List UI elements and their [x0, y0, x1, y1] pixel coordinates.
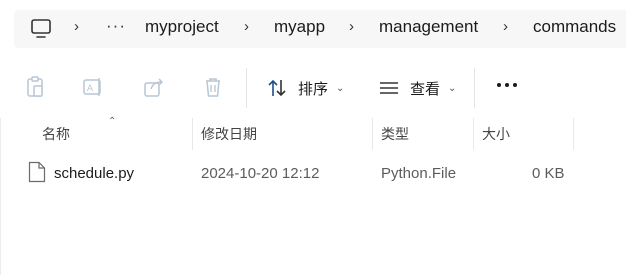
file-name[interactable]: schedule.py: [54, 165, 134, 182]
view-label: 查看: [410, 80, 441, 98]
chevron-right-icon: ›: [244, 18, 249, 35]
sort-label: 排序: [298, 80, 329, 98]
chevron-right-icon: ›: [74, 18, 79, 35]
chevron-right-icon: ›: [503, 18, 508, 35]
more-options-icon[interactable]: [496, 82, 518, 88]
computer-icon[interactable]: [30, 19, 52, 39]
file-type: Python.File: [381, 165, 457, 182]
breadcrumb-item-myproject[interactable]: myproject: [145, 17, 219, 37]
paste-icon[interactable]: [24, 76, 46, 98]
file-row[interactable]: schedule.py 2024-10-20 12:12 Python.File…: [0, 154, 626, 192]
column-divider[interactable]: [192, 118, 193, 150]
file-size: 0 KB: [532, 165, 565, 182]
view-list-icon: [380, 82, 398, 94]
sort-icon: [268, 79, 286, 97]
delete-icon[interactable]: [202, 76, 224, 98]
chevron-right-icon: ›: [349, 18, 354, 35]
view-button[interactable]: 查看 ⌄: [378, 76, 456, 100]
column-divider[interactable]: [372, 118, 373, 150]
column-header-row: 名称 修改日期 类型 大小: [0, 118, 626, 150]
svg-text:A: A: [87, 83, 93, 93]
column-header-name[interactable]: 名称: [42, 124, 70, 144]
breadcrumb-item-commands[interactable]: commands: [533, 17, 616, 37]
toolbar-divider: [246, 68, 247, 108]
file-modified: 2024-10-20 12:12: [201, 165, 320, 182]
command-bar: A 排序 ⌄ 查看 ⌄: [0, 58, 626, 118]
chevron-down-icon: ⌄: [336, 82, 345, 94]
breadcrumb-item-myapp[interactable]: myapp: [274, 17, 325, 37]
column-header-size[interactable]: 大小: [482, 124, 510, 144]
column-divider[interactable]: [573, 118, 574, 150]
breadcrumb-overflow[interactable]: ···: [106, 16, 126, 36]
breadcrumb-item-management[interactable]: management: [379, 17, 478, 37]
share-icon[interactable]: [143, 76, 165, 98]
pane-border: [0, 118, 1, 275]
toolbar-divider: [474, 68, 475, 108]
column-divider[interactable]: [473, 118, 474, 150]
rename-icon[interactable]: A: [82, 76, 104, 98]
sort-button[interactable]: 排序 ⌄: [266, 76, 344, 100]
file-icon: [28, 161, 46, 183]
column-header-modified[interactable]: 修改日期: [201, 124, 257, 144]
column-header-type[interactable]: 类型: [381, 124, 409, 144]
chevron-down-icon: ⌄: [448, 82, 457, 94]
